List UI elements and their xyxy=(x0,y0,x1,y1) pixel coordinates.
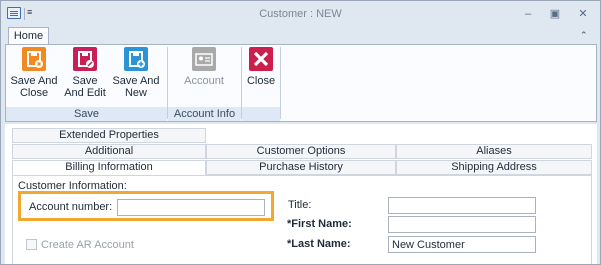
billing-information-panel: Customer Information: Account number: Cr… xyxy=(12,175,592,264)
save-and-close-line2: Close xyxy=(19,87,49,99)
save-group-label: Save xyxy=(6,107,167,121)
ribbon-separator xyxy=(280,47,281,119)
tab-extended-properties[interactable]: Extended Properties xyxy=(12,128,206,143)
create-ar-account-checkbox[interactable] xyxy=(26,239,37,250)
maximize-button[interactable]: ▣ xyxy=(545,6,565,22)
last-name-label: *Last Name: xyxy=(287,238,351,250)
account-number-input[interactable] xyxy=(117,199,265,216)
save-and-new-line1: Save And xyxy=(112,75,160,87)
first-name-input[interactable] xyxy=(388,216,536,233)
last-name-input[interactable] xyxy=(388,236,536,253)
save-and-close-line1: Save And xyxy=(10,75,58,87)
tab-additional[interactable]: Additional xyxy=(12,144,206,159)
save-new-icon xyxy=(124,47,148,71)
close-group-label xyxy=(242,107,280,121)
title-label: Title: xyxy=(288,199,312,211)
first-name-label: *First Name: xyxy=(287,218,352,230)
account-number-label: Account number: xyxy=(29,201,113,213)
create-ar-account-label: Create AR Account xyxy=(41,239,134,251)
close-group: Close xyxy=(242,45,280,121)
close-button[interactable]: Close xyxy=(246,47,276,87)
save-group: Save And Close Save And Edit Save And Ne… xyxy=(6,45,167,121)
save-edit-icon xyxy=(73,47,97,71)
window-title: Customer : NEW xyxy=(259,8,342,20)
save-and-edit-line2: And Edit xyxy=(64,87,106,99)
tab-purchase-history[interactable]: Purchase History xyxy=(206,160,396,175)
close-window-button[interactable]: ✕ xyxy=(573,6,593,22)
tab-shipping-address[interactable]: Shipping Address xyxy=(396,160,592,175)
close-button-label: Close xyxy=(246,75,276,87)
customer-form: Extended Properties Additional Customer … xyxy=(5,124,597,264)
tab-billing-information[interactable]: Billing Information xyxy=(12,160,206,176)
ribbon-panel: Save And Close Save And Edit Save And Ne… xyxy=(5,44,597,122)
title-input[interactable] xyxy=(388,197,536,214)
tab-customer-options[interactable]: Customer Options xyxy=(206,144,396,159)
save-and-new-line2: New xyxy=(124,87,147,99)
save-and-new-button[interactable]: Save And New xyxy=(109,47,163,99)
account-info-group: Account Account Info xyxy=(168,45,241,121)
account-button-label: Account xyxy=(184,75,224,87)
save-and-close-button[interactable]: Save And Close xyxy=(10,47,58,99)
account-button[interactable]: Account xyxy=(174,47,234,87)
account-info-group-label: Account Info xyxy=(168,107,241,121)
ribbon-collapse-icon[interactable]: ⌃ xyxy=(580,30,588,41)
account-card-icon xyxy=(192,47,216,71)
minimize-button[interactable]: ‒ xyxy=(518,6,538,22)
save-close-icon xyxy=(22,47,46,71)
ribbon-tab-strip: Home ⌃ xyxy=(1,27,600,46)
title-bar: ≡ Customer : NEW ‒ ▣ ✕ xyxy=(1,1,600,27)
save-and-edit-button[interactable]: Save And Edit xyxy=(61,47,109,99)
save-and-edit-line1: Save xyxy=(72,75,98,87)
customer-window: ≡ Customer : NEW ‒ ▣ ✕ Home ⌃ Save And C… xyxy=(0,0,601,265)
tab-aliases[interactable]: Aliases xyxy=(396,144,592,159)
close-x-icon xyxy=(249,47,273,71)
